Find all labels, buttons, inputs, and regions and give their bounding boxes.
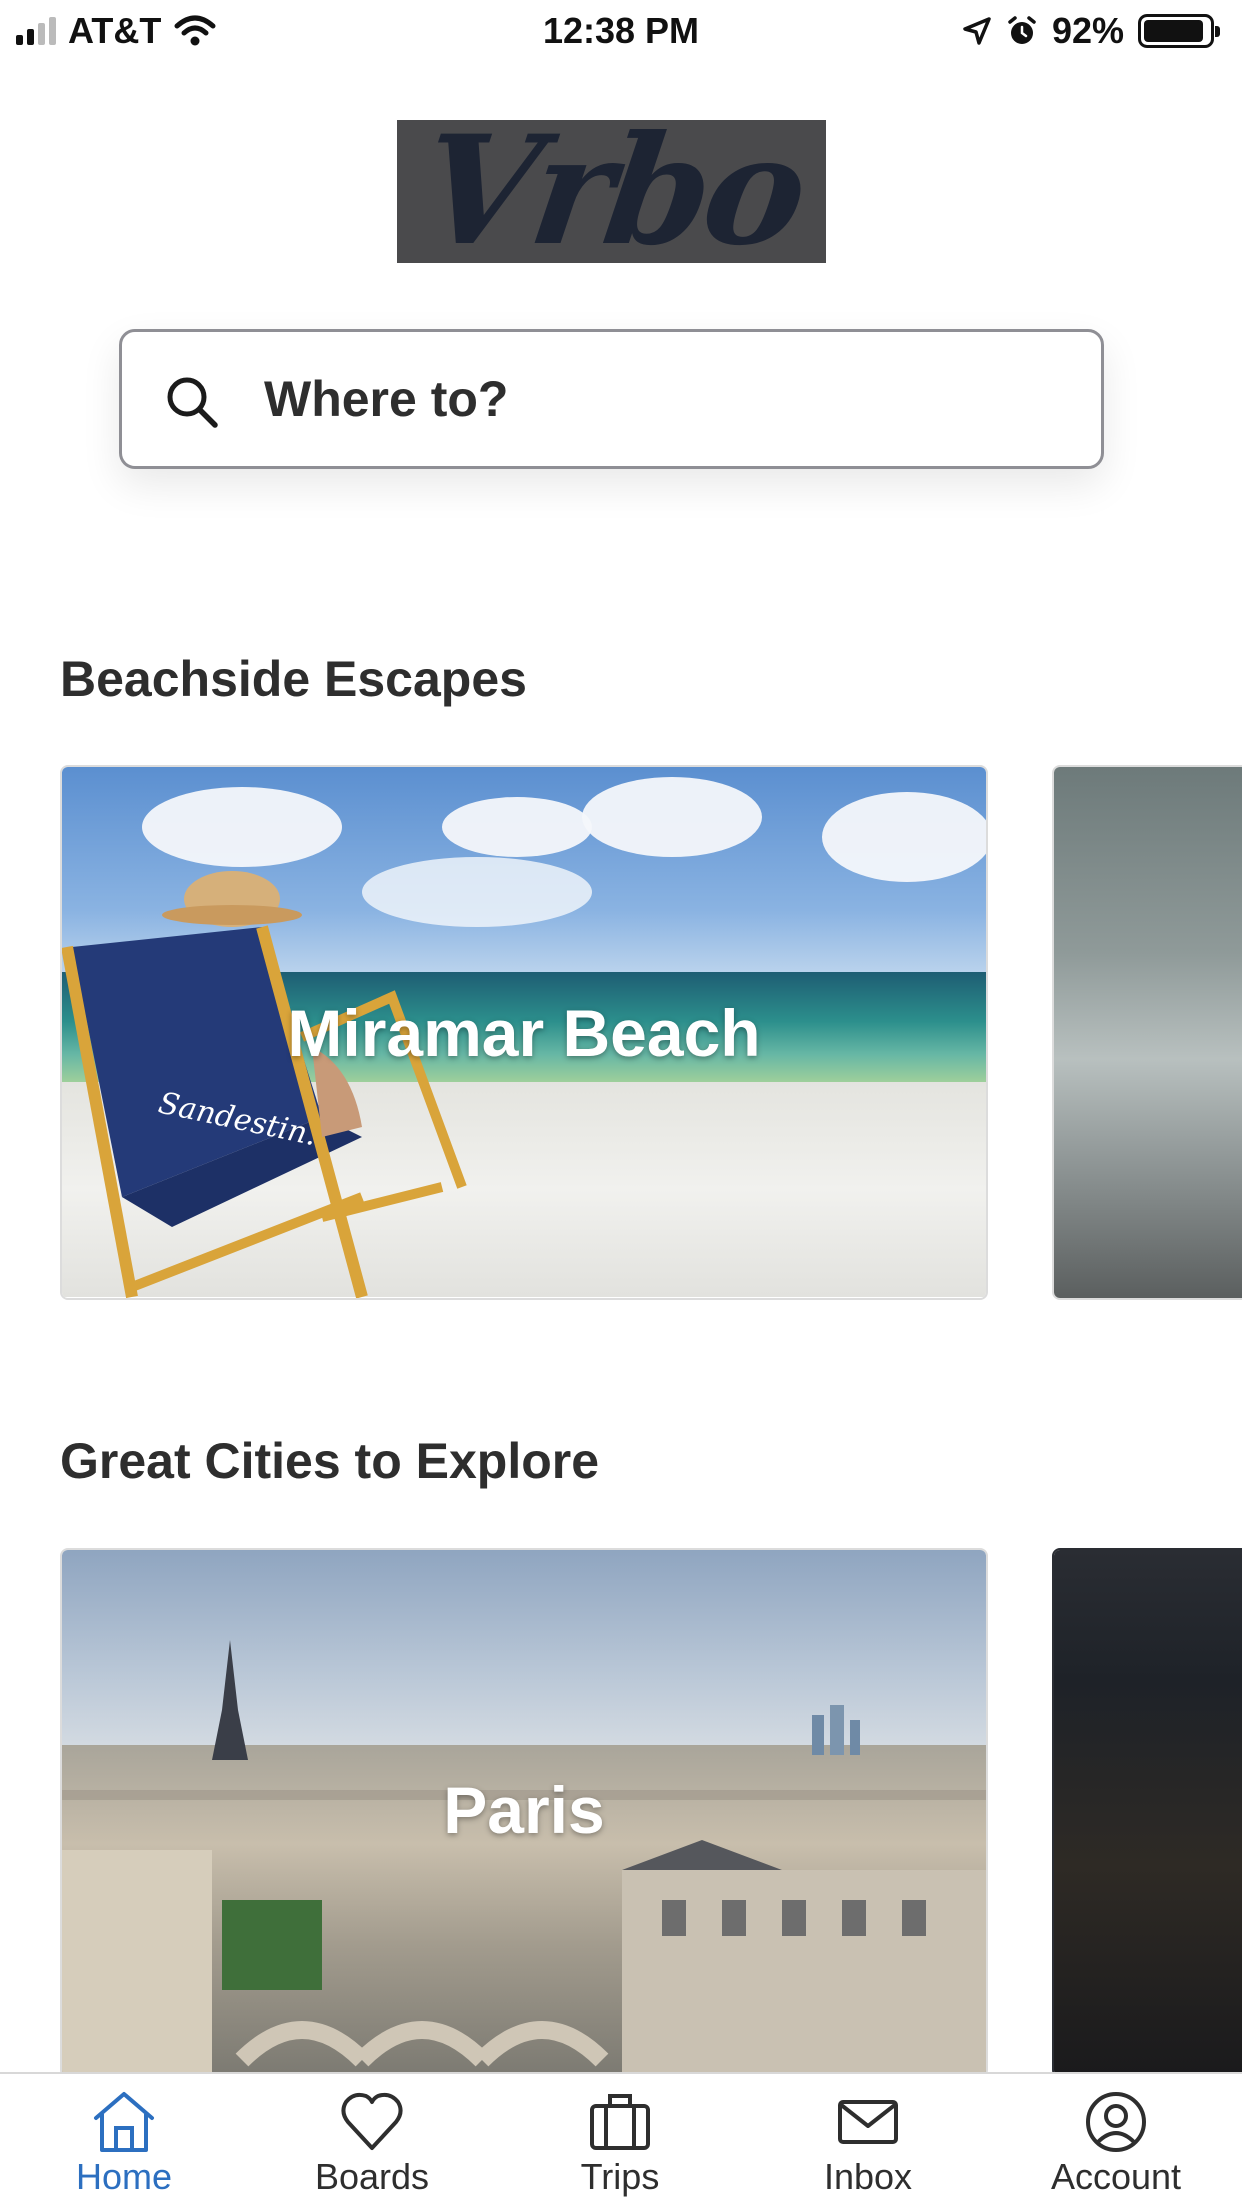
tab-bar: Home Boards Trips Inbox Account xyxy=(0,2072,1242,2208)
tab-label-trips: Trips xyxy=(580,2156,660,2197)
heart-icon xyxy=(341,2092,403,2150)
tab-boards[interactable]: Boards xyxy=(248,2074,496,2208)
destination-card-paris[interactable]: Paris xyxy=(60,1548,988,2078)
battery-level-fill xyxy=(1144,20,1203,42)
ocean-waves-image xyxy=(1054,767,1242,1298)
home-icon xyxy=(94,2092,154,2152)
status-bar: AT&T 12:38 PM 92% xyxy=(0,0,1242,62)
section-title-cities: Great Cities to Explore xyxy=(60,1433,600,1489)
cloud xyxy=(442,797,592,857)
vrbo-logo: Vrbo xyxy=(397,120,826,263)
cloud xyxy=(582,777,762,857)
tab-inbox[interactable]: Inbox xyxy=(744,2074,992,2208)
card-label-miramar-beach: Miramar Beach xyxy=(287,996,761,1070)
tab-label-home: Home xyxy=(75,2156,173,2197)
briefcase-icon xyxy=(590,2094,650,2150)
tab-trips[interactable]: Trips xyxy=(496,2074,744,2208)
night-city-image xyxy=(1054,1550,1242,2076)
section-title-beachside: Beachside Escapes xyxy=(60,651,527,707)
destination-card-peek-city[interactable] xyxy=(1052,1548,1242,2078)
alarm-icon xyxy=(1008,16,1036,44)
account-icon xyxy=(1086,2092,1146,2152)
battery-percent: 92% xyxy=(1051,10,1124,51)
search-icon xyxy=(167,377,218,428)
tab-account[interactable]: Account xyxy=(992,2074,1240,2208)
tab-label-account: Account xyxy=(1050,2156,1182,2197)
card-label-paris: Paris xyxy=(443,1773,605,1847)
status-right: 92% xyxy=(962,10,1220,52)
envelope-icon xyxy=(838,2100,898,2144)
cloud xyxy=(142,787,342,867)
destination-card-peek-beach[interactable] xyxy=(1052,765,1242,1300)
tab-label-inbox: Inbox xyxy=(823,2156,913,2197)
search-placeholder: Where to? xyxy=(264,371,509,427)
tab-label-boards: Boards xyxy=(314,2156,430,2197)
battery-icon xyxy=(1138,14,1220,48)
search-bar[interactable]: Where to? xyxy=(119,329,1104,469)
beach-chair-illustration: Sandestin. xyxy=(62,871,467,1298)
destination-card-miramar-beach[interactable]: Sandestin. Miramar Beach xyxy=(60,765,988,1300)
app-screen: AT&T 12:38 PM 92% Vrbo Where to? Beachsi… xyxy=(0,0,1242,2208)
paris-skyline-illustration xyxy=(62,1640,986,2076)
location-arrow-icon xyxy=(963,17,991,45)
logo-text: Vrbo xyxy=(411,120,813,263)
cloud xyxy=(822,792,986,882)
tab-home[interactable]: Home xyxy=(0,2074,248,2208)
